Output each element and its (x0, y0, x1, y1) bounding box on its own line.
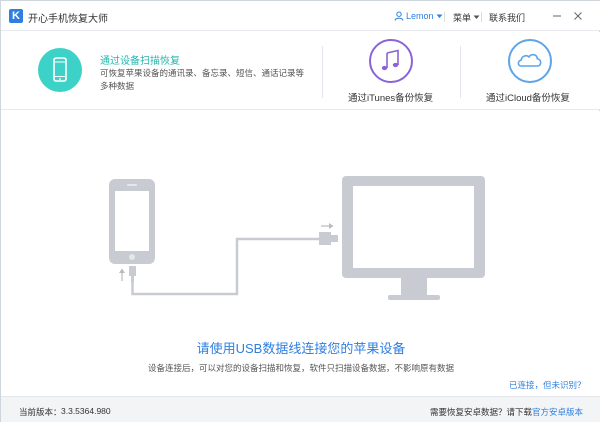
tab-divider (460, 46, 461, 98)
connect-instruction-title: 请使用USB数据线连接您的苹果设备 (196, 341, 406, 356)
arrow-up-icon (119, 268, 125, 281)
iphone-illustration (109, 179, 155, 264)
connected-not-recognized-link[interactable]: 已连接，但未识别？ (509, 379, 586, 391)
android-download-prompt: 需要恢复安卓数据？请下载官方安卓版本 (430, 406, 583, 418)
android-download-link[interactable]: 官方安卓版本 (532, 407, 583, 417)
contact-us-link[interactable]: 联系我们 (489, 11, 525, 24)
tab-itunes-label: 通过iTunes备份恢复 (348, 93, 434, 104)
tab-itunes-badge (369, 39, 413, 83)
minimize-icon (553, 15, 561, 17)
version-label: 当前版本： (19, 407, 62, 417)
tab-device-scan-title: 通过设备扫描恢复 (100, 56, 180, 67)
app-window: K 开心手机恢复大师 Lemon 菜单 联系我们 通过设备扫描恢复 可恢复苹果设… (0, 0, 600, 422)
user-name: Lemon (406, 11, 434, 21)
usb-connection-illustration (109, 176, 485, 300)
monitor-illustration (342, 176, 485, 300)
tab-divider (322, 46, 323, 98)
app-logo: K (9, 9, 23, 23)
divider (444, 12, 445, 22)
menu-label: 菜单 (453, 13, 472, 23)
divider (481, 12, 482, 22)
close-icon (574, 12, 582, 20)
usb-cable (129, 232, 338, 296)
tab-icloud-label: 通过iCloud备份恢复 (486, 93, 570, 104)
minimize-button[interactable] (549, 8, 565, 24)
main-menu-button[interactable]: 菜单 (453, 11, 480, 24)
status-footer: 当前版本： 3.3.5364.980 需要恢复安卓数据？请下载官方安卓版本 (1, 396, 600, 422)
music-note-icon (381, 49, 399, 71)
version-value: 3.3.5364.980 (61, 406, 111, 416)
cloud-icon (517, 53, 542, 67)
recovery-mode-tabs: 通过设备扫描恢复 可恢复苹果设备的通讯录、备忘录、短信、通话记录等多种数据 通过… (1, 32, 600, 110)
android-prompt-text: 需要恢复安卓数据？请下载 (429, 407, 532, 417)
connect-device-panel: 请使用USB数据线连接您的苹果设备 设备连接后，可以对您的设备扫描和恢复，软件只… (1, 111, 600, 396)
user-menu[interactable]: Lemon (394, 11, 443, 21)
arrow-right-icon (321, 223, 334, 229)
connect-instruction-subtitle: 设备连接后，可以对您的设备扫描和恢复，软件只扫描设备数据，不影响原有数据 (147, 363, 454, 373)
user-icon (394, 11, 404, 21)
tab-icloud-badge (508, 39, 552, 83)
app-title: 开心手机恢复大师 (28, 14, 108, 25)
close-button[interactable] (570, 8, 586, 24)
title-bar: K 开心手机恢复大师 Lemon 菜单 联系我们 (1, 1, 600, 31)
tab-device-scan-badge (38, 48, 82, 92)
tab-device-scan-description: 可恢复苹果设备的通讯录、备忘录、短信、通话记录等多种数据 (100, 68, 305, 91)
chevron-down-icon (473, 15, 480, 19)
phone-icon (53, 57, 67, 82)
chevron-down-icon (436, 14, 443, 18)
